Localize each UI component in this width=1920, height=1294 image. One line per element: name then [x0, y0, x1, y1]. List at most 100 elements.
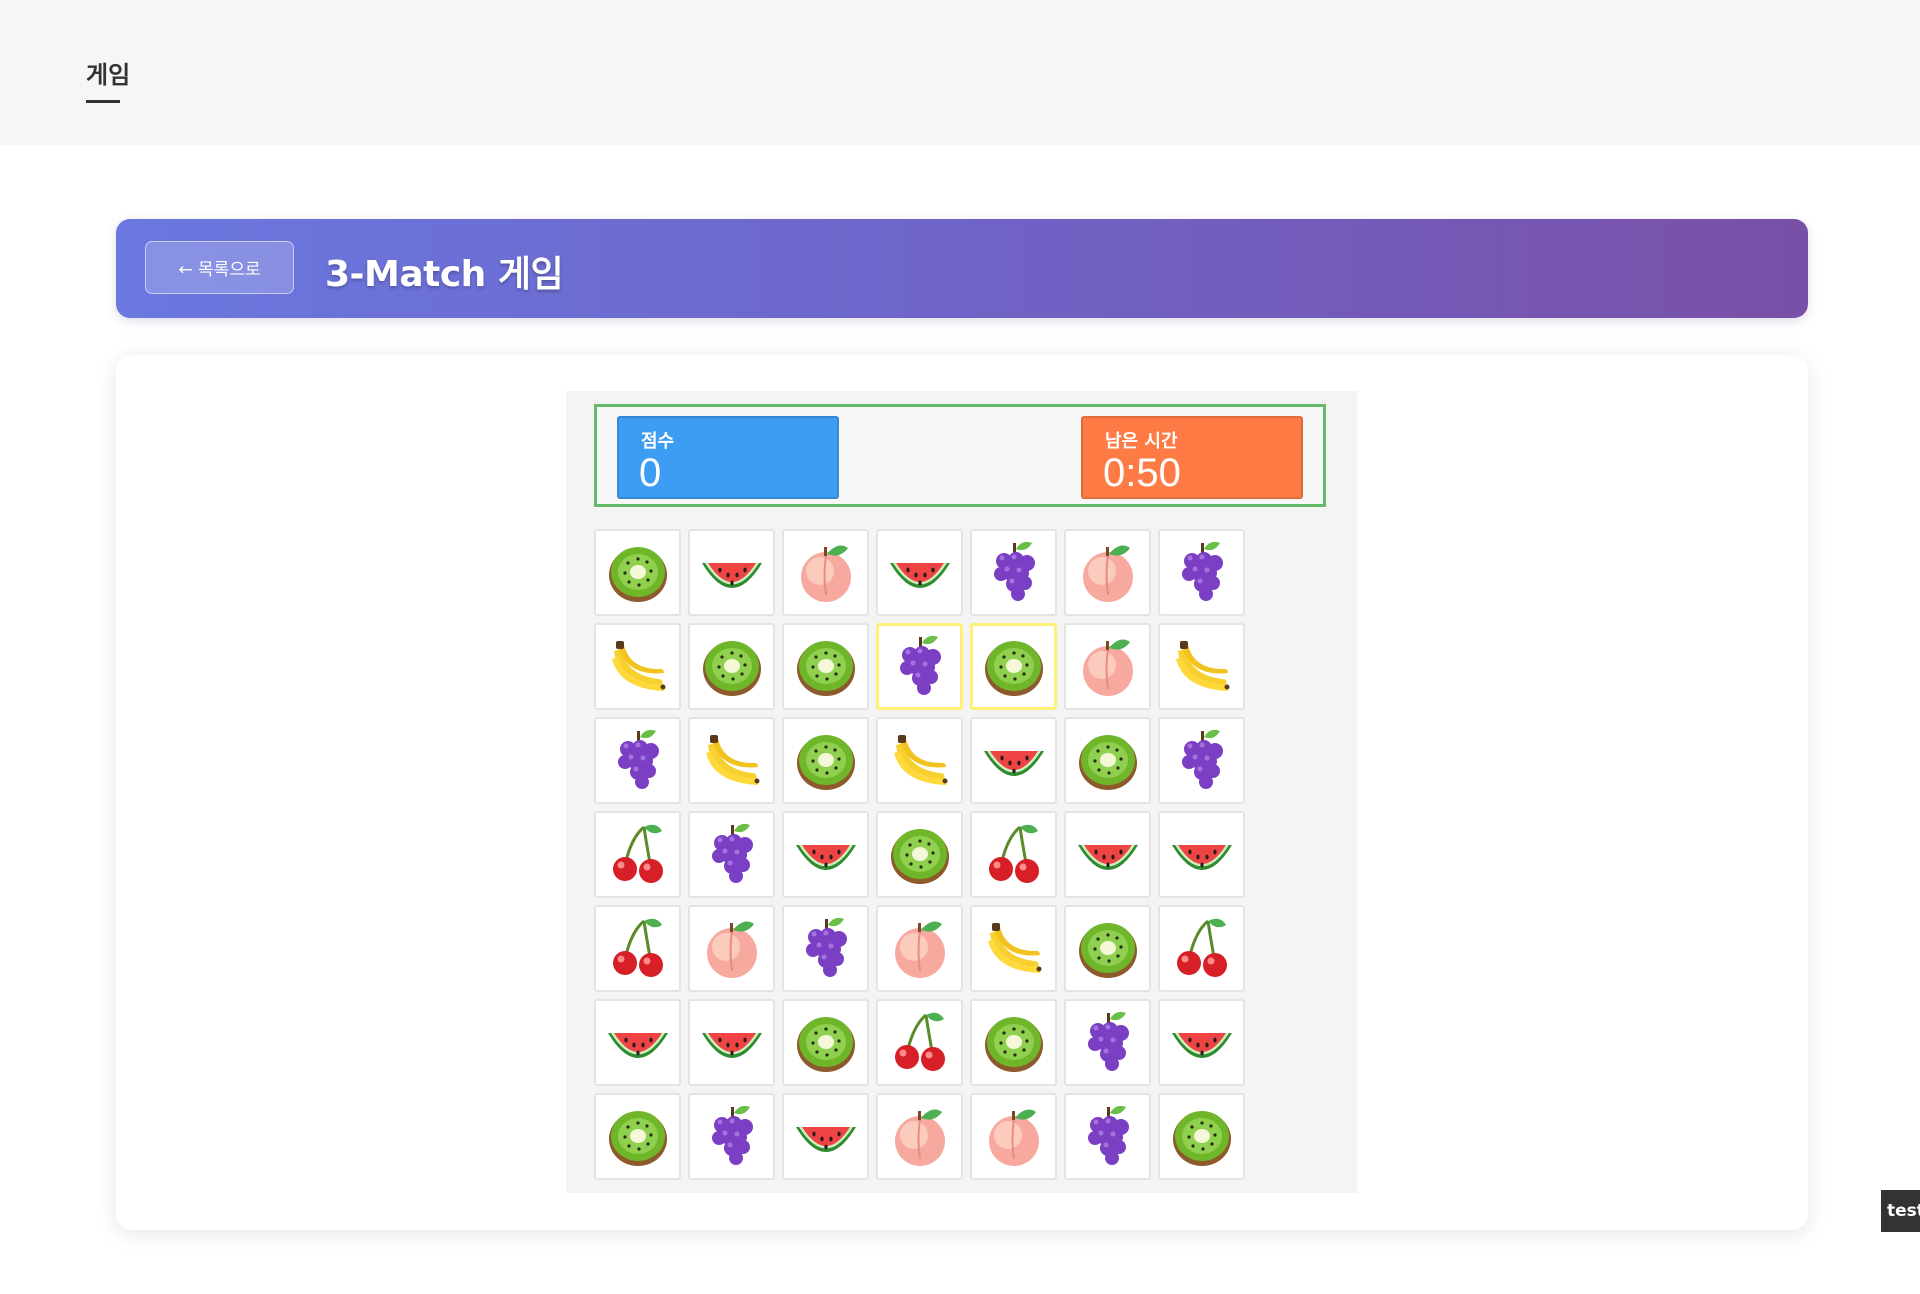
- board-tile[interactable]: [876, 529, 963, 616]
- grapes-icon: [696, 817, 768, 893]
- banana-icon: [978, 911, 1050, 987]
- peach-icon: [884, 1099, 956, 1175]
- kiwi-icon: [1072, 911, 1144, 987]
- board-tile[interactable]: [970, 811, 1057, 898]
- board-tile[interactable]: [594, 1093, 681, 1180]
- banana-icon: [884, 723, 956, 799]
- game-board: [594, 529, 1245, 1180]
- grapes-icon: [602, 723, 674, 799]
- kiwi-icon: [1166, 1099, 1238, 1175]
- nav-tab-game[interactable]: 게임: [86, 55, 130, 90]
- board-tile[interactable]: [688, 999, 775, 1086]
- watermelon-icon: [1072, 817, 1144, 893]
- board-tile[interactable]: [1064, 811, 1151, 898]
- board-tile[interactable]: [782, 811, 869, 898]
- board-tile[interactable]: [1158, 623, 1245, 710]
- board-tile[interactable]: [782, 999, 869, 1086]
- grapes-icon: [790, 911, 862, 987]
- board-tile[interactable]: [1064, 623, 1151, 710]
- grapes-icon: [884, 629, 956, 705]
- board-tile[interactable]: [970, 999, 1057, 1086]
- board-tile[interactable]: [1064, 529, 1151, 616]
- board-tile[interactable]: [688, 623, 775, 710]
- board-tile[interactable]: [970, 529, 1057, 616]
- board-tile[interactable]: [970, 623, 1057, 710]
- banana-icon: [602, 629, 674, 705]
- nav-tab-active-indicator: [86, 100, 120, 103]
- back-to-list-button[interactable]: ← 목록으로: [145, 241, 294, 294]
- board-tile[interactable]: [1064, 1093, 1151, 1180]
- game-canvas[interactable]: 점수 0 남은 시간 0:50: [566, 391, 1357, 1193]
- grapes-icon: [978, 535, 1050, 611]
- board-tile[interactable]: [594, 905, 681, 992]
- cherry-icon: [602, 817, 674, 893]
- cherry-icon: [978, 817, 1050, 893]
- top-nav-bar: 게임: [0, 0, 1920, 145]
- score-value: 0: [639, 451, 662, 495]
- board-tile[interactable]: [782, 717, 869, 804]
- test-badge: test: [1881, 1190, 1920, 1232]
- hud-panel: 점수 0 남은 시간 0:50: [594, 404, 1326, 507]
- peach-icon: [696, 911, 768, 987]
- score-label: 점수: [641, 431, 675, 452]
- board-tile[interactable]: [970, 717, 1057, 804]
- kiwi-icon: [602, 535, 674, 611]
- board-tile[interactable]: [1158, 1093, 1245, 1180]
- board-tile[interactable]: [688, 905, 775, 992]
- board-tile[interactable]: [594, 999, 681, 1086]
- kiwi-icon: [884, 817, 956, 893]
- time-label: 남은 시간: [1105, 431, 1178, 452]
- kiwi-icon: [978, 629, 1050, 705]
- board-tile[interactable]: [782, 1093, 869, 1180]
- board-tile[interactable]: [688, 1093, 775, 1180]
- grapes-icon: [696, 1099, 768, 1175]
- watermelon-icon: [790, 817, 862, 893]
- board-tile[interactable]: [1158, 529, 1245, 616]
- board-tile[interactable]: [1064, 717, 1151, 804]
- kiwi-icon: [790, 723, 862, 799]
- board-tile[interactable]: [782, 623, 869, 710]
- board-tile[interactable]: [1158, 811, 1245, 898]
- board-tile[interactable]: [782, 905, 869, 992]
- cherry-icon: [884, 1005, 956, 1081]
- grapes-icon: [1166, 535, 1238, 611]
- board-tile[interactable]: [876, 811, 963, 898]
- board-tile[interactable]: [594, 623, 681, 710]
- board-tile[interactable]: [876, 905, 963, 992]
- banana-icon: [696, 723, 768, 799]
- watermelon-icon: [790, 1099, 862, 1175]
- board-tile[interactable]: [688, 717, 775, 804]
- board-tile[interactable]: [1064, 999, 1151, 1086]
- board-tile[interactable]: [876, 717, 963, 804]
- board-tile[interactable]: [1158, 717, 1245, 804]
- grapes-icon: [1072, 1099, 1144, 1175]
- watermelon-icon: [978, 723, 1050, 799]
- peach-icon: [1072, 629, 1144, 705]
- peach-icon: [790, 535, 862, 611]
- time-box: 남은 시간 0:50: [1081, 416, 1303, 499]
- board-tile[interactable]: [1064, 905, 1151, 992]
- board-tile[interactable]: [876, 623, 963, 710]
- board-tile[interactable]: [594, 529, 681, 616]
- watermelon-icon: [1166, 817, 1238, 893]
- board-tile[interactable]: [594, 717, 681, 804]
- grapes-icon: [1072, 1005, 1144, 1081]
- page-title: 3-Match 게임: [325, 254, 564, 295]
- board-tile[interactable]: [1158, 999, 1245, 1086]
- peach-icon: [884, 911, 956, 987]
- board-tile[interactable]: [594, 811, 681, 898]
- board-tile[interactable]: [876, 1093, 963, 1180]
- board-tile[interactable]: [688, 529, 775, 616]
- score-box: 점수 0: [617, 416, 839, 499]
- board-tile[interactable]: [876, 999, 963, 1086]
- board-tile[interactable]: [782, 529, 869, 616]
- board-tile[interactable]: [1158, 905, 1245, 992]
- board-tile[interactable]: [970, 1093, 1057, 1180]
- game-header-banner: ← 목록으로 3-Match 게임: [116, 219, 1808, 318]
- grapes-icon: [1166, 723, 1238, 799]
- cherry-icon: [602, 911, 674, 987]
- kiwi-icon: [602, 1099, 674, 1175]
- board-tile[interactable]: [688, 811, 775, 898]
- board-tile[interactable]: [970, 905, 1057, 992]
- watermelon-icon: [696, 535, 768, 611]
